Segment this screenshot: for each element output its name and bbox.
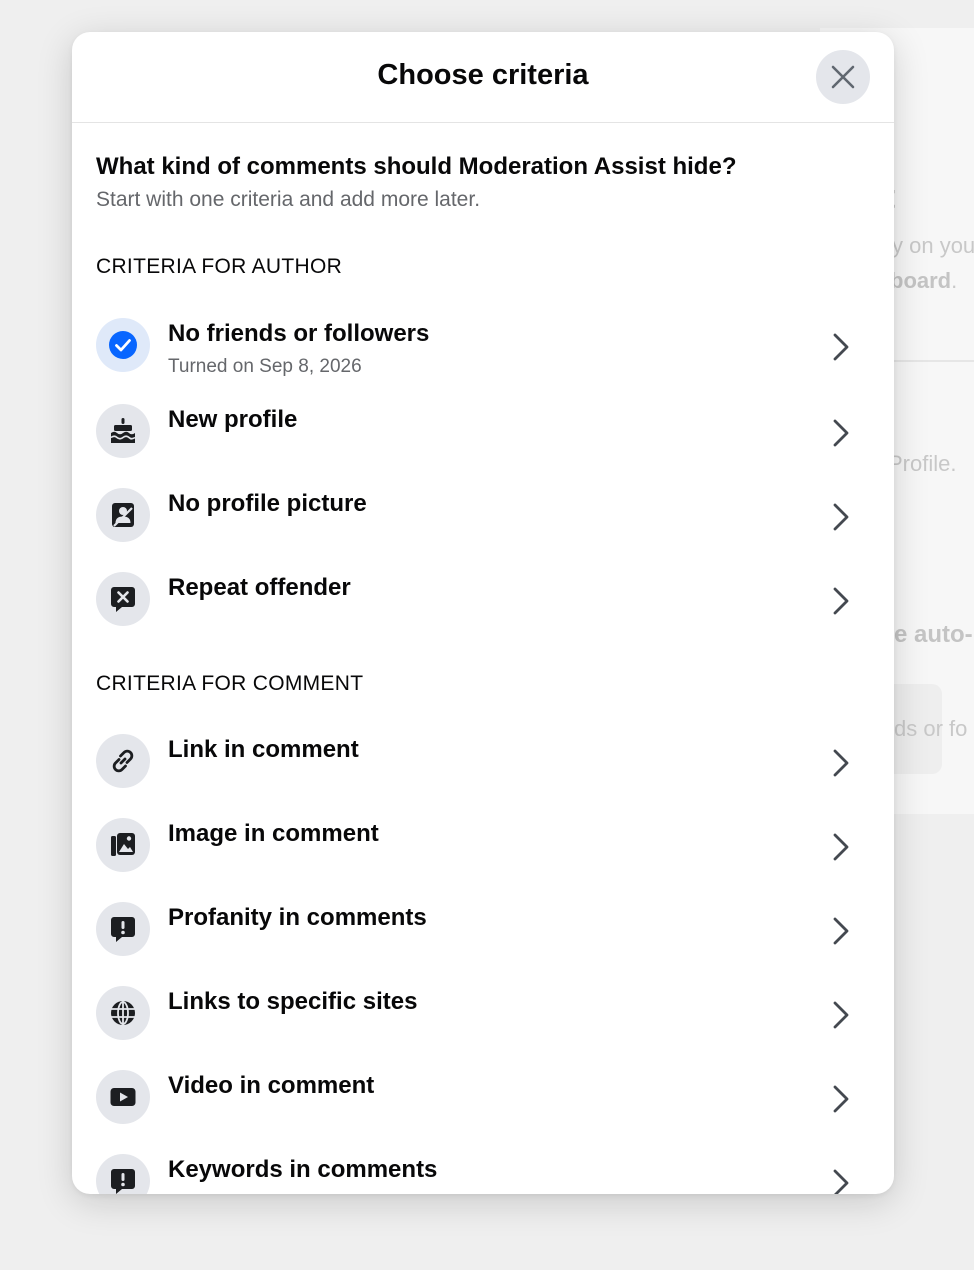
criteria-item-repeat-offender[interactable]: Repeat offender <box>72 572 894 652</box>
criteria-item-link-in-comment[interactable]: Link in comment <box>72 734 894 814</box>
criteria-label: Keywords in comments <box>168 1156 438 1183</box>
criteria-label: Image in comment <box>168 820 379 847</box>
comment-alert-icon <box>96 902 150 956</box>
chevron-right-icon <box>833 1169 849 1194</box>
dialog-title: Choose criteria <box>377 59 589 91</box>
video-play-icon <box>96 1070 150 1124</box>
criteria-item-links-to-specific-sites[interactable]: Links to specific sites <box>72 986 894 1066</box>
chevron-right-icon <box>833 1001 849 1029</box>
chevron-right-icon <box>833 333 849 361</box>
chevron-right-icon <box>833 833 849 861</box>
criteria-label: Repeat offender <box>168 574 351 601</box>
criteria-label: No profile picture <box>168 490 367 517</box>
dialog-question: What kind of comments should Moderation … <box>96 153 737 180</box>
profile-picture-icon <box>96 488 150 542</box>
criteria-label: Profanity in comments <box>168 904 427 931</box>
chevron-right-icon <box>833 587 849 615</box>
criteria-label: Video in comment <box>168 1072 375 1099</box>
close-button[interactable] <box>816 50 870 104</box>
close-icon <box>831 65 855 89</box>
criteria-item-keywords-in-comments[interactable]: Keywords in comments <box>72 1154 894 1194</box>
image-icon <box>96 818 150 872</box>
section-heading-author: CRITERIA FOR AUTHOR <box>96 255 343 278</box>
check-circle-icon <box>96 318 150 372</box>
background-link-fragment: board. <box>890 268 958 293</box>
criteria-item-video-in-comment[interactable]: Video in comment <box>72 1070 894 1150</box>
comment-x-icon <box>96 572 150 626</box>
chevron-right-icon <box>833 419 849 447</box>
criteria-item-new-profile[interactable]: New profile <box>72 404 894 484</box>
dialog-header: Choose criteria <box>72 32 894 123</box>
background-text-fragment: ds or fo <box>894 716 968 741</box>
choose-criteria-dialog: Choose criteria What kind of comments sh… <box>72 32 894 1194</box>
criteria-item-image-in-comment[interactable]: Image in comment <box>72 818 894 898</box>
criteria-item-no-friends-or-followers[interactable]: No friends or followers Turned on Sep 8,… <box>72 318 894 398</box>
chevron-right-icon <box>833 1085 849 1113</box>
background-text-fragment: Profile. <box>888 451 957 476</box>
section-heading-comment: CRITERIA FOR COMMENT <box>96 672 364 695</box>
chevron-right-icon <box>833 917 849 945</box>
cake-icon <box>96 404 150 458</box>
criteria-item-profanity-in-comments[interactable]: Profanity in comments <box>72 902 894 982</box>
criteria-label: Link in comment <box>168 736 359 763</box>
link-icon <box>96 734 150 788</box>
criteria-label: No friends or followers <box>168 320 430 347</box>
background-text-fragment: y on you <box>892 233 974 258</box>
globe-icon <box>96 986 150 1040</box>
background-heading-fragment: e auto- <box>894 621 973 648</box>
chevron-right-icon <box>833 503 849 531</box>
criteria-label: Links to specific sites <box>168 988 418 1015</box>
criteria-label: New profile <box>168 406 298 433</box>
comment-alert-icon <box>96 1154 150 1194</box>
dialog-subtext: Start with one criteria and add more lat… <box>96 188 481 211</box>
chevron-right-icon <box>833 749 849 777</box>
criteria-item-no-profile-picture[interactable]: No profile picture <box>72 488 894 568</box>
criteria-status: Turned on Sep 8, 2026 <box>168 356 362 377</box>
